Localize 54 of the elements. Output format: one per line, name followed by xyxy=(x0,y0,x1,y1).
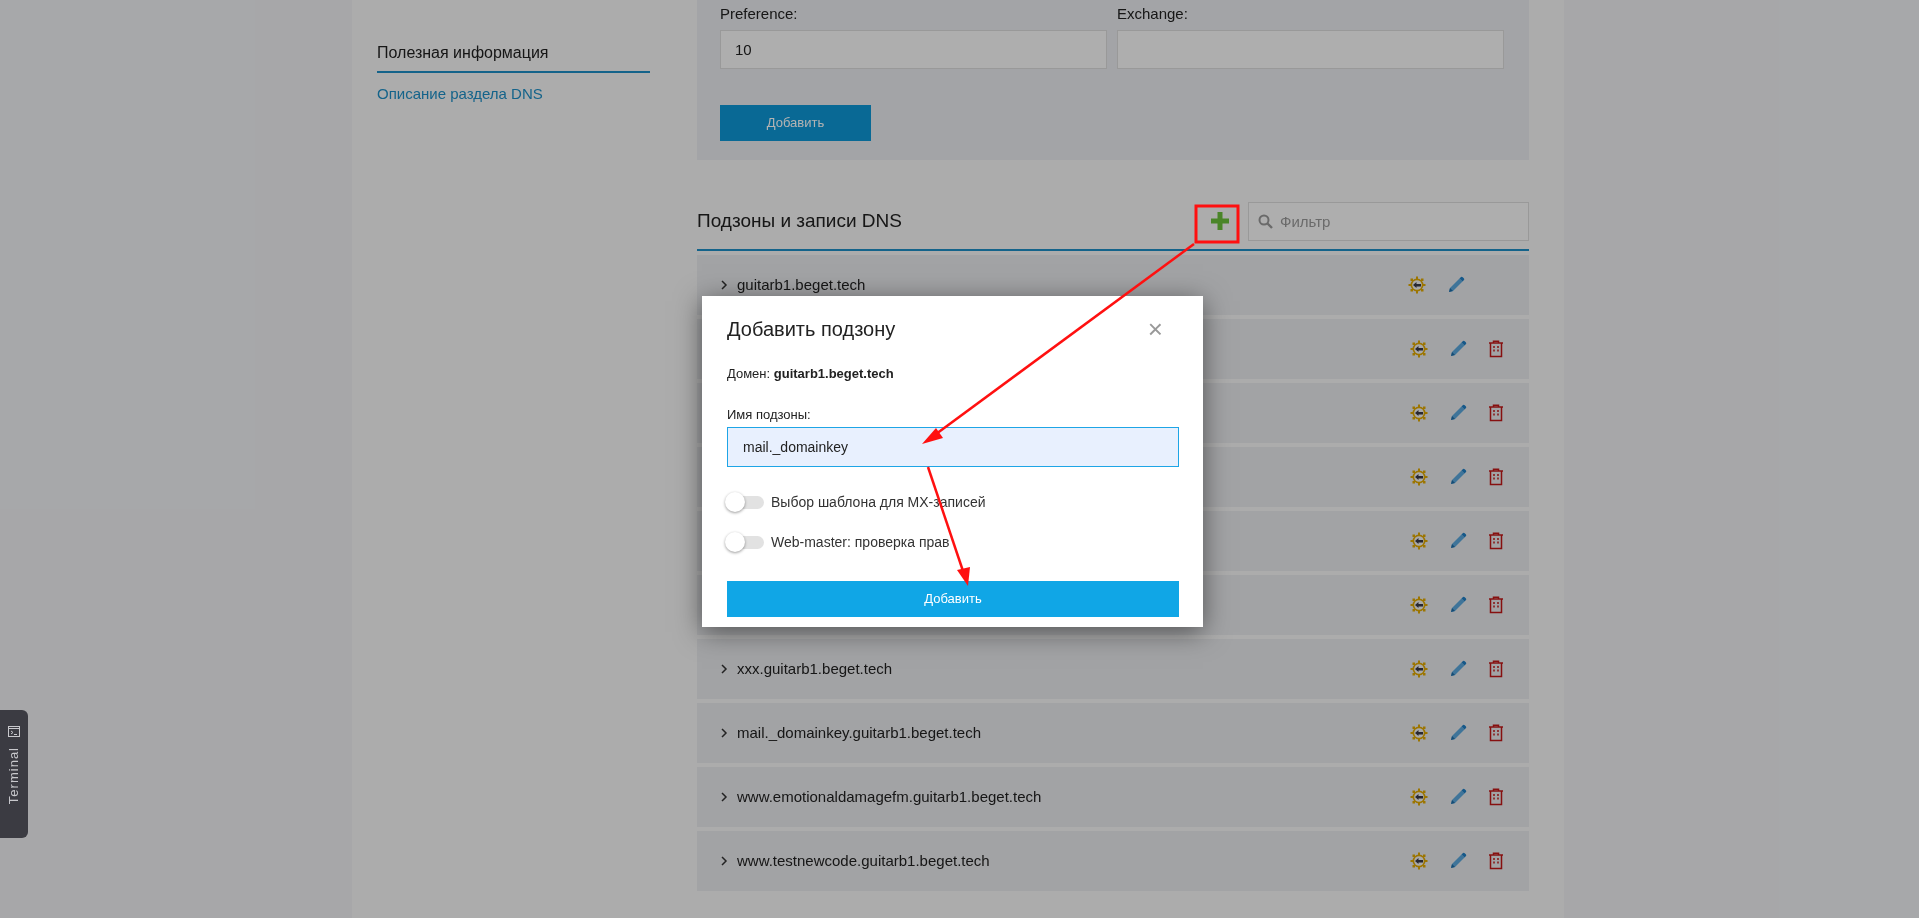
edit-icon[interactable] xyxy=(1447,276,1465,294)
plus-icon xyxy=(1211,212,1229,230)
delete-icon[interactable] xyxy=(1488,788,1504,806)
record-name: mail._domainkey.guitarb1.beget.tech xyxy=(737,722,982,743)
delete-icon[interactable] xyxy=(1488,724,1504,742)
record-name: guitarb1.beget.tech xyxy=(737,274,866,295)
settings-icon[interactable] xyxy=(1410,724,1428,742)
input-field[interactable]: 10 xyxy=(720,30,1107,69)
record-row[interactable]: www.testnewcode.guitarb1.beget.tech xyxy=(697,831,1529,891)
filter-field[interactable]: Фильтр xyxy=(1248,201,1529,241)
delete-icon[interactable] xyxy=(1488,404,1504,422)
settings-icon[interactable] xyxy=(1410,852,1428,870)
record-row[interactable]: mail._domainkey.guitarb1.beget.tech xyxy=(697,703,1529,763)
field-label: Имя подзоны: xyxy=(727,405,812,424)
edit-icon[interactable] xyxy=(1449,852,1467,870)
delete-icon[interactable] xyxy=(1488,468,1504,486)
terminal-icon xyxy=(8,726,20,737)
settings-icon[interactable] xyxy=(1410,404,1428,422)
settings-icon[interactable] xyxy=(1410,788,1428,806)
settings-icon[interactable] xyxy=(1410,596,1428,614)
domain-text: Домен: guitarb1.beget.tech xyxy=(727,365,895,383)
delete-icon[interactable] xyxy=(1488,852,1504,870)
record-row[interactable]: www.emotionaldamagefm.guitarb1.beget.tech xyxy=(697,767,1529,827)
delete-icon[interactable] xyxy=(1488,660,1504,678)
field-label: Preference: xyxy=(720,4,799,24)
settings-icon[interactable] xyxy=(1410,468,1428,486)
field-label: Exchange: xyxy=(1117,4,1189,24)
record-name: www.emotionaldamagefm.guitarb1.beget.tech xyxy=(737,786,1042,807)
edit-icon[interactable] xyxy=(1449,660,1467,678)
edit-icon[interactable] xyxy=(1449,596,1467,614)
dialog-title: Добавить подзону xyxy=(727,317,896,342)
edit-icon[interactable] xyxy=(1449,404,1467,422)
settings-icon[interactable] xyxy=(1410,532,1428,550)
edit-icon[interactable] xyxy=(1449,532,1467,550)
delete-icon[interactable] xyxy=(1488,596,1504,614)
edit-icon[interactable] xyxy=(1449,340,1467,358)
edit-icon[interactable] xyxy=(1449,724,1467,742)
delete-icon[interactable] xyxy=(1488,340,1504,358)
delete-icon[interactable] xyxy=(1488,532,1504,550)
subzone-name-field[interactable]: mail._domainkey xyxy=(727,427,1179,467)
edit-icon[interactable] xyxy=(1449,788,1467,806)
terminal-tab[interactable]: Terminal xyxy=(0,710,28,838)
highlight-box xyxy=(1194,204,1240,244)
settings-icon[interactable] xyxy=(1410,340,1428,358)
section-heading: Полезная информация xyxy=(377,41,650,73)
record-name: xxx.guitarb1.beget.tech xyxy=(737,658,893,679)
record-name: www.testnewcode.guitarb1.beget.tech xyxy=(737,850,990,871)
edit-icon[interactable] xyxy=(1449,468,1467,486)
search-icon xyxy=(1258,213,1273,229)
section-title: Подзоны и записи DNS xyxy=(697,208,903,233)
settings-icon[interactable] xyxy=(1410,660,1428,678)
settings-icon[interactable] xyxy=(1408,276,1426,294)
toggle-label: Web-master: проверка прав xyxy=(771,533,950,552)
record-row[interactable]: xxx.guitarb1.beget.tech xyxy=(697,639,1529,699)
